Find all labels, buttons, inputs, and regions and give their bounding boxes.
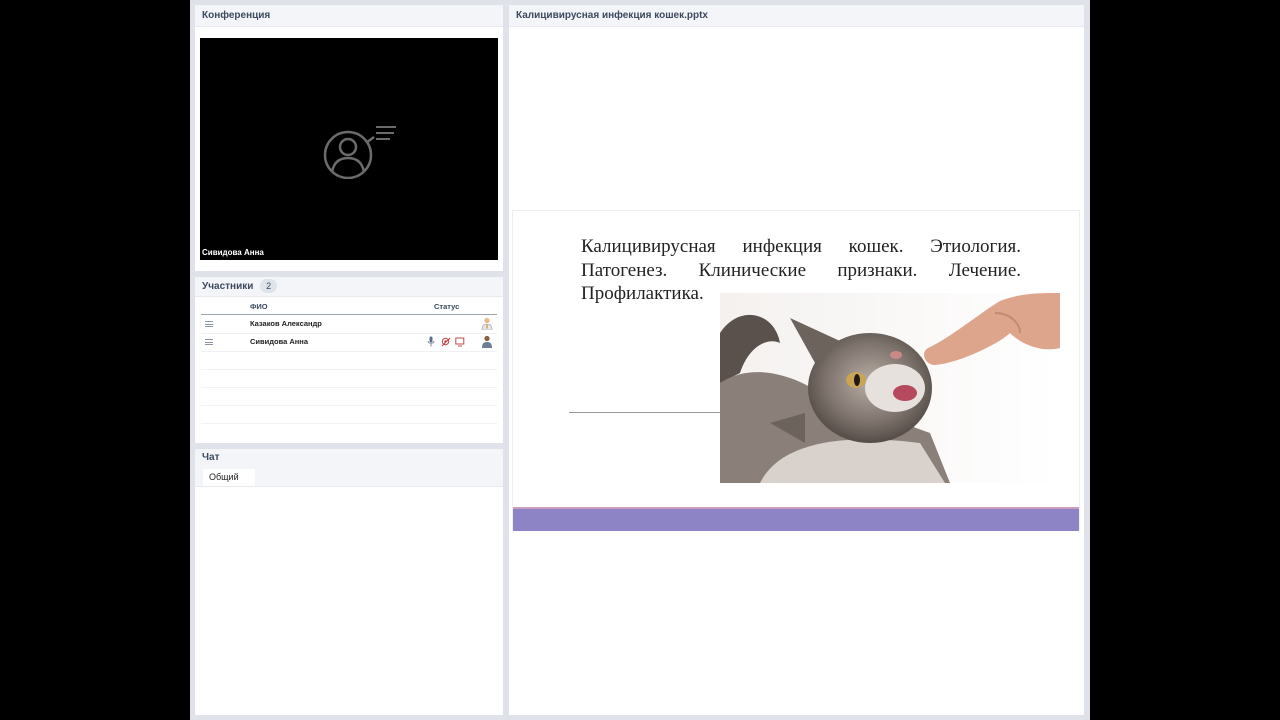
app-container: Конференция Сивидова Анна Участники 2 ФИ… <box>190 0 1090 720</box>
participant-name: Сивидова Анна <box>250 337 309 346</box>
chat-tab-general[interactable]: Общий <box>203 469 255 486</box>
presentation-slide[interactable]: Калицивирусная инфекция кошек. Этиология… <box>512 210 1080 531</box>
empty-row <box>201 387 497 406</box>
presenter-avatar-icon <box>481 317 493 330</box>
cat-photo <box>720 293 1060 483</box>
camera-off-icon[interactable] <box>441 337 451 347</box>
user-avatar-icon <box>482 335 492 348</box>
presentation-panel: Калицивирусная инфекция кошек.pptx Калиц… <box>509 5 1084 715</box>
table-row[interactable]: Казаков Александр <box>201 315 497 334</box>
conference-panel-title: Конференция <box>195 5 503 27</box>
participants-title: Участники <box>202 281 254 292</box>
slide-footer-band <box>513 507 1079 531</box>
video-user-name: Сивидова Анна <box>202 248 264 257</box>
column-header-status[interactable]: Статус <box>434 302 459 311</box>
chat-panel: Чат Общий <box>195 449 503 715</box>
empty-row <box>201 405 497 424</box>
chat-title: Чат <box>202 452 220 463</box>
drag-handle-icon[interactable] <box>205 321 213 327</box>
microphone-icon[interactable] <box>427 336 435 347</box>
video-tile[interactable]: Сивидова Анна <box>200 38 498 260</box>
slide-divider <box>569 412 724 413</box>
participants-header: Участники 2 <box>195 277 503 297</box>
participant-name: Казаков Александр <box>250 319 322 328</box>
participants-table-header: ФИО Статус <box>201 298 497 315</box>
table-row[interactable]: Сивидова Анна <box>201 333 497 352</box>
conference-panel: Конференция Сивидова Анна <box>195 5 503 271</box>
empty-row <box>201 351 497 370</box>
user-speaking-icon <box>323 126 396 179</box>
participant-status-icons <box>427 336 477 348</box>
column-header-fio[interactable]: ФИО <box>250 302 268 311</box>
participants-count-badge: 2 <box>260 279 278 293</box>
screen-off-icon[interactable] <box>455 337 465 347</box>
drag-handle-icon[interactable] <box>205 339 213 345</box>
empty-row <box>201 369 497 388</box>
presentation-filename: Калицивирусная инфекция кошек.pptx <box>509 5 1084 27</box>
participants-panel: Участники 2 ФИО Статус Казаков Александр… <box>195 277 503 443</box>
